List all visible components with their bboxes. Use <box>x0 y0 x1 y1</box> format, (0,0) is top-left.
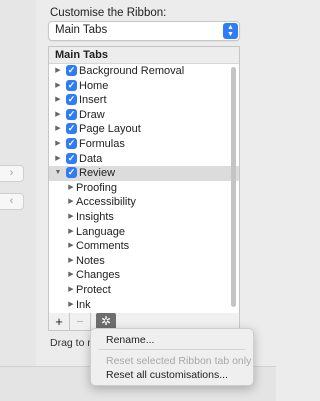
customise-ribbon-label: Customise the Ribbon: <box>50 7 167 19</box>
menu-item-reset-all[interactable]: Reset all customisations... <box>106 369 228 381</box>
checkbox[interactable]: ✓ <box>66 79 77 91</box>
disclosure-triangle-icon[interactable]: ▶ <box>67 181 75 196</box>
tree-item-home[interactable]: ▶ ✓ Home <box>49 79 239 94</box>
checkbox[interactable]: ✓ <box>66 167 77 179</box>
tree-item-label: Page Layout <box>79 123 141 136</box>
ribbon-tree[interactable]: Main Tabs ▶ ✓ Background Removal ▶ ✓ Hom… <box>48 46 240 314</box>
disclosure-triangle-icon[interactable]: ▶ <box>67 210 75 225</box>
tree-subitem-accessibility[interactable]: ▶ Accessibility <box>49 195 239 210</box>
disclosure-triangle-icon[interactable]: ▶ <box>67 254 75 269</box>
tree-subitem-label: Comments <box>76 240 130 253</box>
tree-subitem-label: Changes <box>76 269 121 282</box>
disclosure-triangle-icon[interactable]: ▶ <box>54 79 62 94</box>
updown-chevron-icon: ▲ ▼ <box>223 23 238 39</box>
disclosure-triangle-expanded-icon[interactable]: ▼ <box>54 166 62 181</box>
tree-subitem-label: Language <box>76 225 125 238</box>
tree-subitem-label: Insights <box>76 210 114 223</box>
disclosure-triangle-icon[interactable]: ▶ <box>54 122 62 137</box>
disclosure-triangle-icon[interactable]: ▶ <box>54 137 62 152</box>
checkbox[interactable]: ✓ <box>66 65 77 76</box>
remove-button[interactable]: − <box>70 313 91 330</box>
dropdown-value: Main Tabs <box>55 24 108 36</box>
tree-header: Main Tabs <box>49 47 239 64</box>
disclosure-triangle-icon[interactable]: ▶ <box>54 152 62 167</box>
checkbox[interactable]: ✓ <box>66 94 77 106</box>
tree-subitem-ink[interactable]: ▶ Ink <box>49 298 239 313</box>
tree-item-label: Home <box>79 79 109 92</box>
disclosure-triangle-icon[interactable]: ▶ <box>67 239 75 254</box>
disclosure-triangle-icon[interactable]: ▶ <box>67 298 75 313</box>
chevron-left-icon: ‹ <box>9 195 14 207</box>
tree-item-review[interactable]: ▼ ✓ Review <box>49 166 239 181</box>
tree-subitem-notes[interactable]: ▶ Notes <box>49 254 239 269</box>
tree-item-label: Background Removal <box>79 65 185 77</box>
tree-item-page-layout[interactable]: ▶ ✓ Page Layout <box>49 122 239 137</box>
tree-item-label: Draw <box>79 108 105 121</box>
tree-item-insert[interactable]: ▶ ✓ Insert <box>49 93 239 108</box>
tree-item-label: Data <box>79 152 103 165</box>
tree-item-label: Insert <box>79 94 107 107</box>
tree-subitem-label: Proofing <box>76 181 117 194</box>
disclosure-triangle-icon[interactable]: ▶ <box>54 108 62 123</box>
disclosure-triangle-icon[interactable]: ▶ <box>67 283 75 298</box>
move-left-button[interactable]: ‹ <box>0 193 24 210</box>
menu-item-rename[interactable]: Rename... <box>106 334 154 346</box>
chevron-right-icon: › <box>9 167 14 179</box>
tree-item-formulas[interactable]: ▶ ✓ Formulas <box>49 137 239 152</box>
tree-item-draw[interactable]: ▶ ✓ Draw <box>49 108 239 123</box>
tree-subitem-protect[interactable]: ▶ Protect <box>49 283 239 298</box>
checkbox[interactable]: ✓ <box>66 123 77 135</box>
tree-subitem-insights[interactable]: ▶ Insights <box>49 210 239 225</box>
gear-context-menu: Rename... Reset selected Ribbon tab only… <box>90 328 254 386</box>
tree-subitem-label: Accessibility <box>76 196 136 209</box>
disclosure-triangle-icon[interactable]: ▶ <box>67 225 75 240</box>
disclosure-triangle-icon[interactable]: ▶ <box>54 64 62 79</box>
checkbox[interactable]: ✓ <box>66 152 77 164</box>
move-right-button[interactable]: › <box>0 165 24 182</box>
tree-item-background-removal[interactable]: ▶ ✓ Background Removal <box>49 64 239 79</box>
menu-item-reset-selected: Reset selected Ribbon tab only <box>106 355 252 367</box>
checkbox[interactable]: ✓ <box>66 108 77 120</box>
disclosure-triangle-icon[interactable]: ▶ <box>67 195 75 210</box>
disclosure-triangle-icon[interactable]: ▶ <box>54 93 62 108</box>
tree-item-data[interactable]: ▶ ✓ Data <box>49 152 239 167</box>
disclosure-triangle-icon[interactable]: ▶ <box>67 268 75 283</box>
tree-subitem-label: Protect <box>76 283 111 296</box>
ribbon-tabs-dropdown[interactable]: Main Tabs ▲ ▼ <box>48 21 240 41</box>
tree-subitem-proofing[interactable]: ▶ Proofing <box>49 181 239 196</box>
tree-subitem-changes[interactable]: ▶ Changes <box>49 268 239 283</box>
tree-subitem-language[interactable]: ▶ Language <box>49 225 239 240</box>
checkbox[interactable]: ✓ <box>66 137 77 149</box>
tree-subitem-label: Ink <box>76 298 91 311</box>
menu-separator <box>99 349 245 350</box>
tree-subitem-label: Notes <box>76 254 105 267</box>
tree-item-label: Review <box>79 167 116 180</box>
add-button[interactable]: + <box>49 313 70 330</box>
tree-subitem-comments[interactable]: ▶ Comments <box>49 239 239 254</box>
tree-scrollbar[interactable] <box>231 67 236 307</box>
tree-item-label: Formulas <box>79 137 125 150</box>
